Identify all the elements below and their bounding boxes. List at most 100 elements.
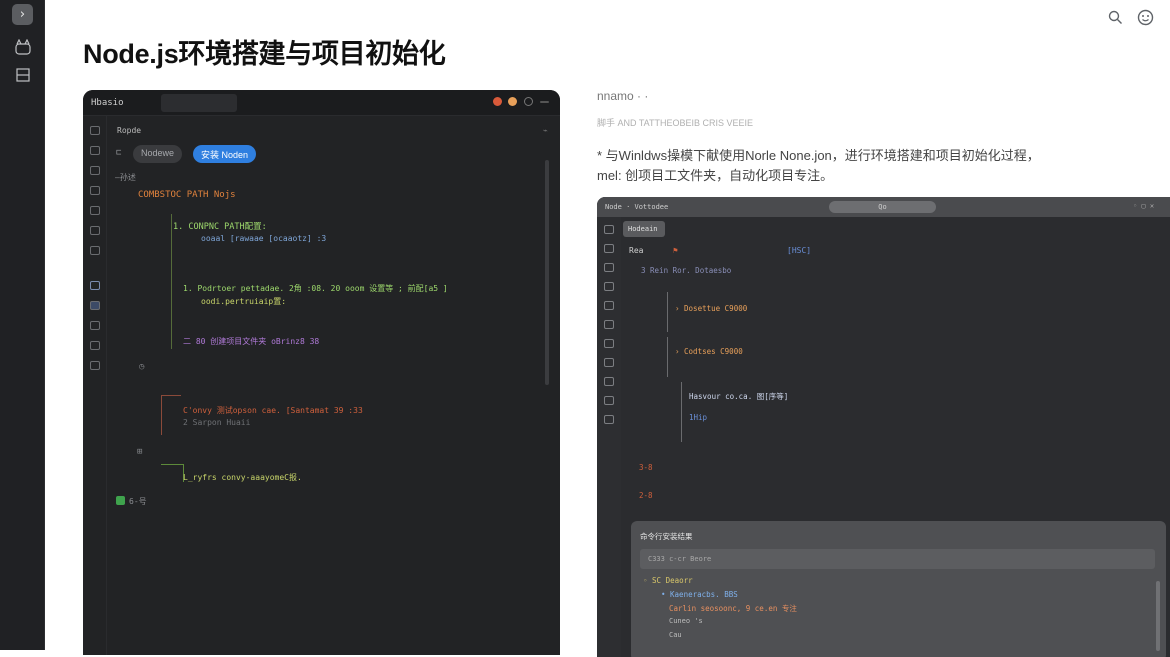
code-item-1-sub: ooaal [rawaae [ocaaotz] :3 [201, 234, 327, 243]
terminal-screenshot: Node · Vottodee Qo ◦ ▢ ✕ Hodeain Rea ⚑ [… [597, 197, 1170, 657]
editor-tab[interactable] [161, 94, 237, 112]
code-item-1: 1. CONPNC PATH配置: [173, 222, 267, 232]
t-side-icon-4[interactable] [604, 282, 614, 291]
panel-title: 命令行安装结果 [640, 532, 693, 541]
command-1: C'onvy 测试opson cae. [Santamat 39 :33 [183, 406, 363, 415]
sidebar-title: Ropde [117, 126, 142, 135]
sun-icon[interactable] [508, 97, 517, 106]
row-tag: [HSC] [787, 246, 812, 255]
panel-line-4: Cuneo 's [669, 617, 703, 625]
editor-screenshot: Hbasio Ropde ⌁ ⊏ Nodewe 安装 Noden —孙述 COM… [83, 90, 560, 655]
sidebar-selected-icon[interactable] [90, 301, 100, 310]
output-panel: 命令行安装结果 C333 c-cr Beore ◦ SC Deaorr • Ka… [631, 521, 1166, 657]
t-side-icon-9[interactable] [604, 377, 614, 386]
sidebar-shapes-icon[interactable] [90, 321, 100, 330]
more-icon[interactable] [540, 101, 549, 103]
sidebar-grid-icon[interactable] [90, 206, 100, 215]
terminal-sidebar [597, 217, 621, 657]
t-tree-3 [681, 382, 682, 442]
sidebar-file-icon[interactable] [90, 126, 100, 135]
terminal-line-c-text: Codtses C9000 [684, 347, 743, 356]
right-paragraph-line-1: * 与Winldws操模下献使用Norle None.jon，进行环境搭建和项目… [597, 148, 1040, 163]
panel-line-3: Carlin seosoonc, 9 ce.en 专注 [669, 604, 797, 613]
settings-icon[interactable] [524, 97, 533, 106]
panel-line-1: ◦ SC Deaorr [643, 576, 693, 585]
t-side-icon-3[interactable] [604, 263, 614, 272]
editor-app-name: Hbasio [91, 98, 124, 108]
sidebar-active-icon[interactable] [90, 281, 100, 290]
tree-line-3 [161, 395, 162, 435]
footer-badge: 6-号 [129, 497, 147, 506]
layout-icon[interactable] [12, 64, 33, 85]
right-label-1: nnamo · · [597, 89, 649, 103]
counter-icon [475, 97, 484, 106]
terminal-line-c: › Codtses C9000 [675, 347, 743, 356]
terminal-line-b-text: Dosettue C9000 [684, 304, 748, 313]
clock-icon: ◷ [139, 362, 145, 372]
collapse-button[interactable]: › [12, 4, 33, 25]
topbar-icons [1106, 8, 1154, 26]
search-icon[interactable] [1106, 8, 1124, 26]
status-icon [116, 496, 125, 505]
t-side-icon-1[interactable] [604, 225, 614, 234]
terminal-app-name: Node · Vottodee [605, 203, 669, 211]
panel-scrollbar[interactable] [1156, 581, 1160, 651]
command-2: L_ryfrs convy-aaayomeC报. [183, 473, 302, 482]
smiley-icon[interactable] [1136, 8, 1154, 26]
editor-sidebar [83, 116, 107, 655]
back-icon[interactable]: ⊏ [116, 148, 121, 158]
right-paragraph-line-2: mel: 创项目工文件夹，自动化项目专注。 [597, 168, 834, 183]
app-rail: › [0, 0, 45, 650]
t-tree-2 [667, 337, 668, 377]
t-side-icon-6[interactable] [604, 320, 614, 329]
sidebar-note-icon[interactable] [90, 246, 100, 255]
bot-icon[interactable] [12, 36, 33, 57]
tree-line-4 [161, 464, 183, 465]
code-item-2-sub: oodi.pertruiaip置: [201, 297, 287, 306]
code-item-2: 1. Podrtoer pettadae. 2角 :08. 20 ooom 设置… [183, 284, 448, 293]
terminal-line-a: 3 Rein Ror. Dotaesbo [641, 266, 732, 275]
terminal-line-e: 1Hip [689, 413, 708, 422]
row-name: Rea [629, 246, 644, 255]
tree-line [171, 214, 172, 349]
pill-nodewe[interactable]: Nodewe [133, 145, 183, 163]
t-tree-1 [667, 292, 668, 332]
tree-root[interactable]: —孙述 [115, 172, 136, 183]
editor-scrollbar[interactable] [545, 160, 549, 385]
terminal-search[interactable]: Qo [829, 201, 936, 213]
window-controls[interactable]: ◦ ▢ ✕ [1133, 202, 1154, 210]
t-side-icon-7[interactable] [604, 339, 614, 348]
editor-titlebar: Hbasio [83, 90, 560, 116]
tree-line-2 [161, 395, 181, 396]
panel-line-2: • Kaeneracbs. BBS [661, 590, 738, 599]
right-label-2: 脚手 AND TATTHEOBEIB CRIS VEEIE [597, 118, 754, 128]
t-side-icon-10[interactable] [604, 396, 614, 405]
page-title: Node.js环境搭建与项目初始化 [83, 39, 446, 69]
panel-input[interactable]: C333 c-cr Beore [640, 549, 1155, 569]
sidebar-card-icon[interactable] [90, 226, 100, 235]
terminal-mark-1: 3-8 [639, 463, 653, 472]
terminal-titlebar: Node · Vottodee Qo ◦ ▢ ✕ [597, 197, 1170, 217]
sidebar-check-icon[interactable] [90, 166, 100, 175]
sidebar-clip-icon[interactable] [90, 341, 100, 350]
panel-line-5: Cau [669, 631, 682, 639]
terminal-mark-2: 2-8 [639, 491, 653, 500]
code-heading: COMBSTOC PATH Nojs [138, 190, 236, 200]
t-side-icon-11[interactable] [604, 415, 614, 424]
panel-input-text: C333 c-cr Beore [648, 555, 712, 563]
t-side-icon-5[interactable] [604, 301, 614, 310]
sidebar-list-icon[interactable] [90, 186, 100, 195]
sidebar-folder-icon[interactable] [90, 146, 100, 155]
pill-install-node[interactable]: 安装 Noden [193, 145, 257, 163]
command-1-sub: 2 Sarpon Huaii [183, 418, 251, 427]
row-flag-icon: ⚑ [673, 246, 678, 255]
pin-icon[interactable]: ⌁ [543, 126, 548, 135]
code-item-3: 二 80 创建项目文件夹 oBrinz8 38 [183, 337, 320, 346]
terminal-line-b: › Dosettue C9000 [675, 304, 748, 313]
sidebar-doc-icon[interactable] [90, 361, 100, 370]
t-side-icon-8[interactable] [604, 358, 614, 367]
t-side-icon-2[interactable] [604, 244, 614, 253]
terminal-tab[interactable]: Hodeain [623, 221, 665, 237]
terminal-line-d: Hasvour co.ca. 图[序等] [689, 392, 789, 401]
record-icon[interactable] [493, 97, 502, 106]
